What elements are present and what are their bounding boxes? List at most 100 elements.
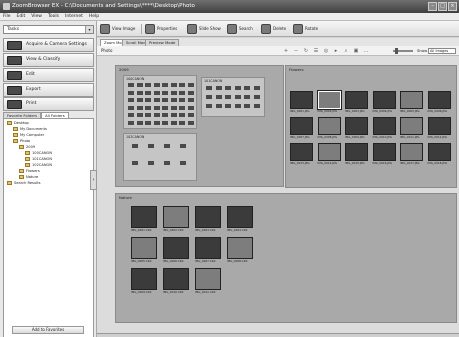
thumbnail[interactable] xyxy=(170,90,177,95)
thumbnail[interactable] xyxy=(163,237,189,259)
slider-knob[interactable] xyxy=(395,48,398,54)
thumbnail[interactable] xyxy=(153,113,160,117)
thumbnail[interactable] xyxy=(227,206,253,228)
sort-icon[interactable]: ☰ xyxy=(313,48,319,54)
thumbnail[interactable] xyxy=(170,105,177,110)
thumbnail[interactable] xyxy=(164,144,170,148)
thumbnail[interactable] xyxy=(136,120,143,125)
thumbnail[interactable] xyxy=(153,83,160,87)
thumbnail[interactable] xyxy=(145,90,151,95)
thumbnail[interactable] xyxy=(128,83,134,87)
edit-button[interactable]: Edit xyxy=(3,68,94,82)
thumbnail[interactable] xyxy=(206,95,212,99)
thumbnail[interactable] xyxy=(148,161,154,165)
thumbnail[interactable] xyxy=(179,105,185,110)
thumbnail[interactable] xyxy=(187,83,194,87)
thumbnail[interactable] xyxy=(131,268,157,290)
thumbnail[interactable] xyxy=(162,90,168,95)
folder-frame-2009[interactable]: 2009 100CANON 101CANON 102CANON xyxy=(115,65,284,187)
thumbnail[interactable] xyxy=(164,161,170,165)
thumbnail[interactable] xyxy=(136,105,143,110)
thumbnail[interactable] xyxy=(131,206,157,228)
view-classify-button[interactable]: View & Classify xyxy=(3,53,94,67)
thumbnail[interactable] xyxy=(244,86,250,90)
tree-item-my-computer[interactable]: My Computer xyxy=(13,133,44,138)
magnifier-icon[interactable]: ⌕ xyxy=(343,48,349,54)
rotate-button[interactable]: Rotate xyxy=(293,24,318,34)
thumbnail[interactable] xyxy=(225,86,231,90)
thumbnail[interactable] xyxy=(180,161,186,165)
thumbnail[interactable] xyxy=(162,113,168,117)
filter-icon[interactable]: ◎ xyxy=(323,48,329,54)
thumbnail[interactable] xyxy=(153,98,160,102)
thumbnail[interactable] xyxy=(253,86,260,90)
view-image-button[interactable]: View Image xyxy=(100,24,135,34)
add-to-favorites-button[interactable]: Add to Favorites xyxy=(12,326,84,334)
more-icon[interactable]: … xyxy=(363,48,369,54)
subfolder-frame-100canon[interactable]: 100CANON xyxy=(123,75,197,129)
slide-show-button[interactable]: Slide Show xyxy=(187,24,221,34)
tree-item-100canon[interactable]: 100CANON xyxy=(25,151,52,156)
tree-item-photo[interactable]: Photo xyxy=(13,139,30,144)
thumbnail[interactable] xyxy=(215,104,222,108)
thumbnail[interactable] xyxy=(145,83,151,87)
zoom-out-icon[interactable]: − xyxy=(293,48,299,54)
tree-item-2009[interactable]: 2009 xyxy=(19,145,35,150)
thumbnail[interactable] xyxy=(180,144,186,148)
thumbnail[interactable] xyxy=(234,86,241,90)
thumbnail[interactable] xyxy=(136,90,143,95)
thumbnail[interactable] xyxy=(179,83,185,87)
thumbnail[interactable] xyxy=(187,113,194,117)
thumbnail[interactable] xyxy=(170,98,177,102)
thumbnail[interactable] xyxy=(244,95,250,99)
thumbnail[interactable] xyxy=(244,104,250,108)
thumbnail[interactable] xyxy=(170,113,177,117)
tab-preview-mode[interactable]: Preview Mode xyxy=(145,39,180,46)
thumbnail[interactable] xyxy=(316,90,342,110)
thumbnail[interactable] xyxy=(225,95,231,99)
thumbnail[interactable] xyxy=(132,161,138,165)
tree-item-search-results[interactable]: Search Results xyxy=(7,181,40,186)
thumbnail[interactable] xyxy=(179,98,185,102)
thumbnail[interactable] xyxy=(372,117,396,135)
thumbnail[interactable] xyxy=(290,91,313,109)
thumbnail[interactable] xyxy=(187,105,194,110)
thumbnail[interactable] xyxy=(128,120,134,125)
minimize-button[interactable]: – xyxy=(428,2,437,11)
thumbnail[interactable] xyxy=(215,95,222,99)
thumbnail[interactable] xyxy=(187,120,194,125)
thumbnail[interactable] xyxy=(195,268,221,290)
thumbnail[interactable] xyxy=(187,90,194,95)
thumbnail[interactable] xyxy=(290,143,313,161)
thumbnail[interactable] xyxy=(162,120,168,125)
tree-item-102canon[interactable]: 102CANON xyxy=(25,163,52,168)
delete-button[interactable]: Delete xyxy=(261,24,286,34)
menu-tools[interactable]: Tools xyxy=(48,13,59,20)
print-button[interactable]: Print xyxy=(3,97,94,111)
thumbnail[interactable] xyxy=(153,90,160,95)
thumbnail[interactable] xyxy=(253,95,260,99)
tree-item-desktop[interactable]: Desktop xyxy=(7,121,29,126)
thumbnail[interactable] xyxy=(136,113,143,117)
thumbnail[interactable] xyxy=(131,237,157,259)
thumbnail[interactable] xyxy=(162,98,168,102)
menu-edit[interactable]: Edit xyxy=(17,13,26,20)
thumbnail[interactable] xyxy=(234,95,241,99)
thumbnail[interactable] xyxy=(128,105,134,110)
tree-item-my-documents[interactable]: My Documents xyxy=(13,127,47,132)
tree-item-nature[interactable]: Nature xyxy=(19,175,38,180)
thumbnail[interactable] xyxy=(145,113,151,117)
thumbnail[interactable] xyxy=(427,117,451,135)
thumbnail[interactable] xyxy=(400,117,423,135)
thumbnail[interactable] xyxy=(145,120,151,125)
properties-button[interactable]: Properties xyxy=(145,24,177,34)
thumbnail[interactable] xyxy=(163,206,189,228)
subfolder-frame-101canon[interactable]: 101CANON xyxy=(201,77,265,117)
thumbnail[interactable] xyxy=(215,86,222,90)
thumbnail[interactable] xyxy=(162,83,168,87)
thumbnail[interactable] xyxy=(206,86,212,90)
search-button[interactable]: Search xyxy=(227,24,253,34)
pointer-icon[interactable]: ▸ xyxy=(333,48,339,54)
thumbnail[interactable] xyxy=(317,117,341,135)
thumbnail[interactable] xyxy=(317,143,341,161)
